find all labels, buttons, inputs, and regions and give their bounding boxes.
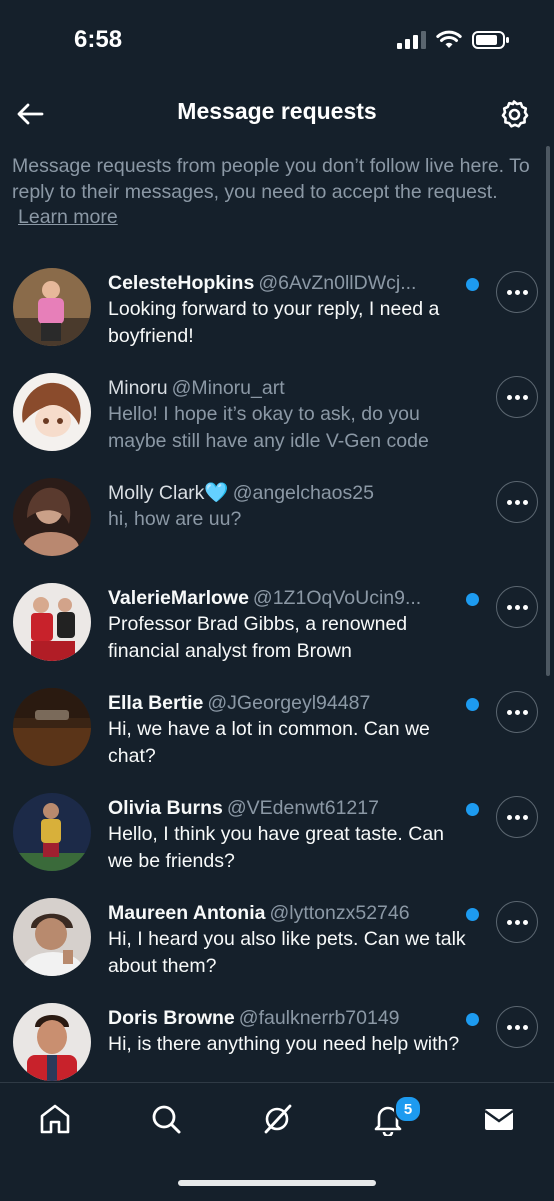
avatar[interactable]	[13, 688, 91, 766]
status-icons	[397, 30, 510, 50]
tab-search[interactable]	[146, 1099, 186, 1139]
gear-icon	[501, 100, 529, 128]
sender-handle: @angelchaos25	[232, 482, 374, 504]
message-request-list: CelesteHopkins @6AvZn0llDWcj... Looking f…	[0, 260, 554, 1100]
list-item[interactable]: Maureen Antonia @lyttonzx52746 Hi, I hear…	[0, 890, 554, 995]
unread-dot	[466, 803, 479, 816]
top-app-bar: Message requests	[0, 84, 554, 144]
notifications-badge: 5	[394, 1095, 422, 1123]
sender-name: ValerieMarlowe	[108, 587, 249, 609]
tab-grok[interactable]	[257, 1099, 297, 1139]
sender-handle: @lyttonzx52746	[269, 902, 410, 924]
unread-dot	[466, 593, 479, 606]
avatar[interactable]	[13, 583, 91, 661]
more-options-button[interactable]	[496, 481, 538, 523]
avatar[interactable]	[13, 478, 91, 556]
settings-button[interactable]	[496, 96, 532, 132]
unread-dot	[466, 1013, 479, 1026]
more-options-button[interactable]	[496, 586, 538, 628]
more-options-button[interactable]	[496, 376, 538, 418]
more-options-button[interactable]	[496, 901, 538, 943]
more-options-button[interactable]	[496, 796, 538, 838]
learn-more-link[interactable]: Learn more	[18, 206, 118, 228]
unread-dot	[466, 278, 479, 291]
tab-messages[interactable]	[479, 1099, 519, 1139]
unread-dot	[466, 698, 479, 711]
avatar[interactable]	[13, 1003, 91, 1081]
message-preview: Looking forward to your reply, I need a …	[108, 298, 440, 347]
sender-handle: @faulknerrb70149	[238, 1007, 400, 1029]
sender-name: Molly Clark🩵	[108, 482, 229, 504]
grok-icon	[264, 1104, 292, 1134]
home-indicator	[178, 1180, 376, 1186]
sender-handle: @VEdenwt61217	[226, 797, 379, 819]
list-item[interactable]: Ella Bertie @JGeorgeyl94487 Hi, we have a…	[0, 680, 554, 785]
cellular-signal-icon	[397, 31, 426, 49]
list-item[interactable]: Minoru @Minoru_art Hello! I hope it’s oka…	[0, 365, 554, 470]
avatar[interactable]	[13, 373, 91, 451]
intro-description: Message requests from people you don’t f…	[12, 155, 530, 203]
envelope-icon	[484, 1109, 514, 1130]
home-icon	[40, 1104, 70, 1134]
message-preview: Hello, I think you have great taste. Can…	[108, 823, 445, 872]
avatar[interactable]	[13, 268, 91, 346]
list-item[interactable]: ValerieMarlowe @1Z1OqVoUcin9... Professor…	[0, 575, 554, 680]
list-item[interactable]: Molly Clark🩵 @angelchaos25 hi, how are uu…	[0, 470, 554, 575]
page-title: Message requests	[177, 98, 377, 124]
message-preview: Professor Brad Gibbs, a renowned financi…	[108, 613, 408, 662]
message-preview: hi, how are uu?	[108, 508, 242, 530]
more-options-button[interactable]	[496, 271, 538, 313]
list-item[interactable]: Olivia Burns @VEdenwt61217 Hello, I think…	[0, 785, 554, 890]
sender-handle: @1Z1OqVoUcin9...	[252, 587, 422, 609]
sender-handle: @JGeorgeyl94487	[207, 692, 371, 714]
tab-home[interactable]	[35, 1099, 75, 1139]
message-preview: Hi, we have a lot in common. Can we chat…	[108, 718, 430, 767]
status-bar: 6:58	[0, 0, 554, 84]
sender-handle: @6AvZn0llDWcj...	[258, 272, 417, 294]
intro-text: Message requests from people you don’t f…	[12, 154, 544, 231]
sender-name: CelesteHopkins	[108, 272, 255, 294]
sender-handle: @Minoru_art	[171, 377, 285, 399]
sender-name: Minoru	[108, 377, 168, 399]
avatar[interactable]	[13, 793, 91, 871]
search-icon	[152, 1105, 181, 1134]
message-preview: Hi, I heard you also like pets. Can we t…	[108, 928, 466, 977]
unread-dot	[466, 908, 479, 921]
message-preview: Hello! I hope it’s okay to ask, do you m…	[108, 403, 429, 452]
more-options-button[interactable]	[496, 691, 538, 733]
list-item[interactable]: CelesteHopkins @6AvZn0llDWcj... Looking f…	[0, 260, 554, 365]
sender-name: Olivia Burns	[108, 797, 223, 819]
wifi-icon	[436, 30, 462, 48]
battery-icon	[472, 31, 509, 49]
status-time: 6:58	[74, 26, 123, 53]
avatar[interactable]	[13, 898, 91, 976]
sender-name: Doris Browne	[108, 1007, 235, 1029]
scrollbar[interactable]	[546, 146, 550, 676]
message-preview: Hi, is there anything you need help with…	[108, 1033, 460, 1055]
sender-name: Ella Bertie	[108, 692, 204, 714]
sender-name: Maureen Antonia	[108, 902, 266, 924]
more-options-button[interactable]	[496, 1006, 538, 1048]
